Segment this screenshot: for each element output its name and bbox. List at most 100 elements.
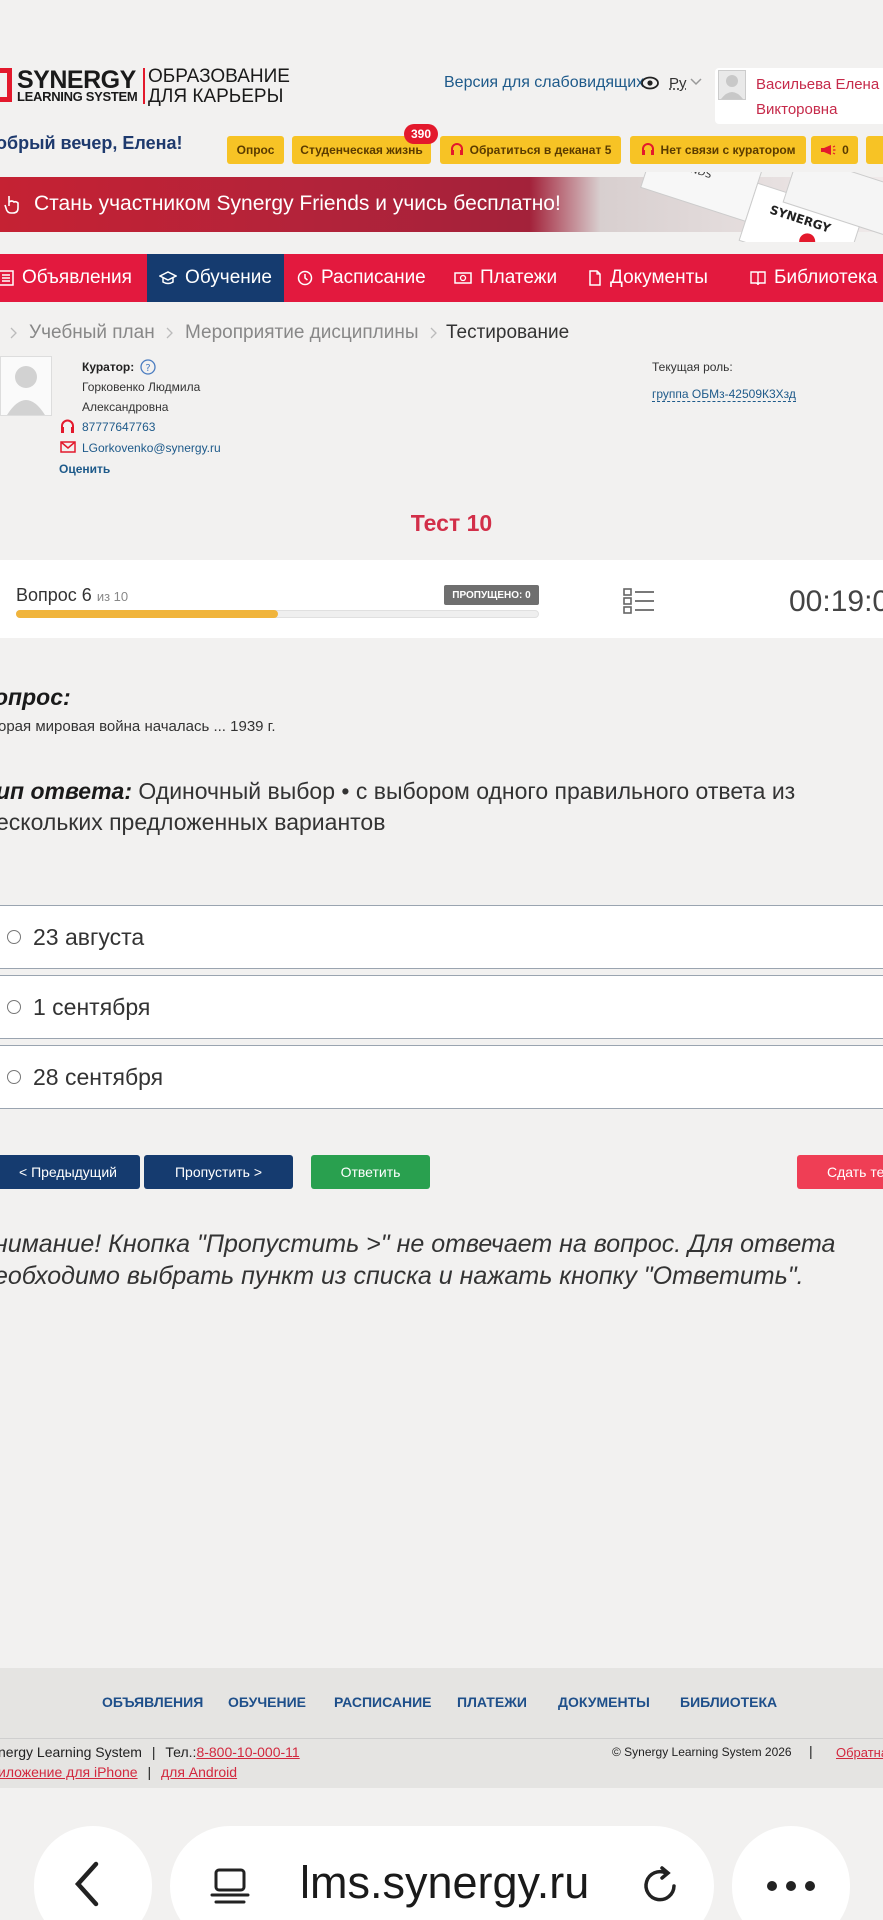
answer-button[interactable]: Ответить <box>311 1155 430 1189</box>
footer-copyright: © Synergy Learning System 2026 <box>612 1745 792 1759</box>
answer-option-label[interactable]: 28 сентября <box>33 1064 163 1091</box>
help-icon[interactable]: ? <box>140 359 156 375</box>
question-text: орая мировая война началась ... 1939 г. <box>0 718 276 735</box>
radio-button[interactable] <box>7 930 21 944</box>
radio-button[interactable] <box>7 1070 21 1084</box>
nav-item-label: Обучение <box>185 267 272 288</box>
skip-warning: нимание! Кнопка "Пропустить >" не отвеча… <box>0 1230 836 1290</box>
back-arrow-icon <box>74 1861 99 1907</box>
iphone-app-link[interactable]: иложение для iPhone <box>0 1764 138 1780</box>
hand-pointer-icon <box>4 196 19 214</box>
breadcrumb-study-plan[interactable]: Учебный план <box>29 322 155 344</box>
banner-cards-illustration: FRIENDS SYNERGY <box>640 172 883 242</box>
logo-subtext: LEARNING SYSTEM <box>17 89 138 104</box>
nav-item-documents[interactable]: Документы <box>588 254 724 302</box>
question-number: Вопрос 6 <box>16 585 92 605</box>
user-avatar[interactable] <box>718 70 746 100</box>
question-status-bar <box>0 560 883 638</box>
curator-label: Куратор: <box>82 360 135 374</box>
chevron-right-icon <box>166 327 173 339</box>
tabs-icon[interactable] <box>208 1864 252 1908</box>
nav-item-library[interactable]: Библиотека <box>750 254 883 302</box>
nav-item-education[interactable]: Обучение <box>147 254 284 302</box>
banner-text[interactable]: Стань участником Synergy Friends и учись… <box>34 192 561 216</box>
user-name-first[interactable]: Васильева Елена <box>756 76 879 93</box>
feedback-link[interactable]: Обратна <box>836 1745 883 1760</box>
footer-link-education[interactable]: ОБУЧЕНИЕ <box>228 1694 306 1710</box>
nav-item-label: Библиотека <box>774 267 878 288</box>
test-title: Тест 10 <box>410 510 493 536</box>
current-role-label: Текущая роль: <box>652 360 733 374</box>
graduation-cap-icon <box>159 271 178 285</box>
headset-icon <box>450 143 463 155</box>
breadcrumb-discipline-event[interactable]: Мероприятие дисциплины <box>185 322 419 344</box>
question-list-icon[interactable] <box>622 587 656 615</box>
logo-mark <box>0 68 12 102</box>
chevron-right-icon <box>10 327 17 339</box>
footer-link-payments[interactable]: ПЛАТЕЖИ <box>457 1694 527 1710</box>
no-curator-contact-label: Нет связи с куратором <box>660 143 796 157</box>
survey-button[interactable]: Опрос <box>227 136 284 164</box>
nav-item-payments[interactable]: Платежи <box>454 254 566 302</box>
radio-button[interactable] <box>7 1000 21 1014</box>
announcements-count-label: 0 <box>842 143 849 157</box>
previous-button[interactable]: < Предыдущий <box>0 1155 140 1189</box>
nav-item-announcements[interactable]: Объявления <box>0 254 144 302</box>
url-text[interactable]: lms.synergy.ru <box>300 1857 589 1909</box>
nav-item-label: Объявления <box>22 267 132 288</box>
avatar-placeholder-icon <box>7 366 45 415</box>
timer: 00:19:0 <box>789 585 883 618</box>
answer-option-label[interactable]: 23 августа <box>33 924 144 951</box>
greeting: обрый вечер, Елена! <box>0 133 183 153</box>
more-button[interactable] <box>732 1826 850 1920</box>
answer-option[interactable]: 28 сентября <box>0 1045 883 1109</box>
footer-link-documents[interactable]: ДОКУМЕНТЫ <box>558 1694 650 1710</box>
accessibility-link[interactable]: Версия для слабовидящих <box>444 74 644 92</box>
language-select[interactable]: Ру <box>669 75 687 92</box>
curator-email[interactable]: LGorkovenko@synergy.ru <box>82 441 221 455</box>
nav-item-label: Документы <box>610 267 708 288</box>
megaphone-icon <box>821 145 836 155</box>
answer-option[interactable]: 1 сентября <box>0 975 883 1039</box>
progress-fill <box>16 610 278 618</box>
rate-curator-link[interactable]: Оценить <box>59 462 110 476</box>
answer-option-label[interactable]: 1 сентября <box>33 994 150 1021</box>
footer-separator: | <box>809 1743 813 1759</box>
android-app-link[interactable]: для Android <box>161 1764 237 1780</box>
footer-phone-label: Тел.: <box>165 1744 197 1760</box>
footer-company: nergy Learning System | Тел.:8-800-10-00… <box>0 1744 300 1760</box>
logo-tagline-2: ДЛЯ КАРЬЕРЫ <box>148 86 284 107</box>
answer-option[interactable]: 23 августа <box>0 905 883 969</box>
back-button[interactable] <box>34 1826 152 1920</box>
list-icon <box>0 270 14 286</box>
chevron-down-icon[interactable] <box>690 78 702 86</box>
contact-dean-label: Обратиться в деканат 5 <box>469 143 612 157</box>
footer-link-library[interactable]: БИБЛИОТЕКА <box>680 1694 777 1710</box>
answer-type: ип ответа: Одиночный выбор • с выбором о… <box>0 776 876 838</box>
reload-icon[interactable] <box>636 1862 684 1910</box>
book-icon <box>750 271 766 286</box>
footer-link-schedule[interactable]: РАСПИСАНИЕ <box>334 1694 432 1710</box>
survey-label: Опрос <box>236 143 275 157</box>
quick-button-more[interactable] <box>866 136 883 164</box>
student-life-label: Студенческая жизнь <box>300 143 423 157</box>
mail-icon <box>60 441 76 453</box>
footer-link-announcements[interactable]: ОБЪЯВЛЕНИЯ <box>102 1694 203 1710</box>
headset-icon <box>61 419 74 433</box>
footer-separator: | <box>147 1764 152 1780</box>
avatar-placeholder-icon <box>721 75 743 99</box>
current-role-value[interactable]: группа ОБМз-42509К3Хзд <box>652 387 796 402</box>
curator-phone[interactable]: 87777647763 <box>82 420 155 434</box>
curator-avatar <box>0 356 52 416</box>
user-name-second[interactable]: Викторовна <box>756 101 837 118</box>
skip-button[interactable]: Пропустить > <box>144 1155 293 1189</box>
footer-separator: | <box>151 1744 156 1760</box>
eye-icon[interactable] <box>641 76 659 90</box>
nav-item-schedule[interactable]: Расписание <box>297 254 437 302</box>
nav-item-label: Платежи <box>480 267 558 288</box>
announcements-count-button[interactable]: 0 <box>811 136 858 164</box>
no-curator-contact-button[interactable]: Нет связи с куратором <box>630 136 806 164</box>
submit-test-button[interactable]: Сдать тес <box>797 1155 883 1189</box>
contact-dean-button[interactable]: Обратиться в деканат 5 <box>440 136 621 164</box>
footer-phone[interactable]: 8-800-10-000-11 <box>196 1744 299 1760</box>
